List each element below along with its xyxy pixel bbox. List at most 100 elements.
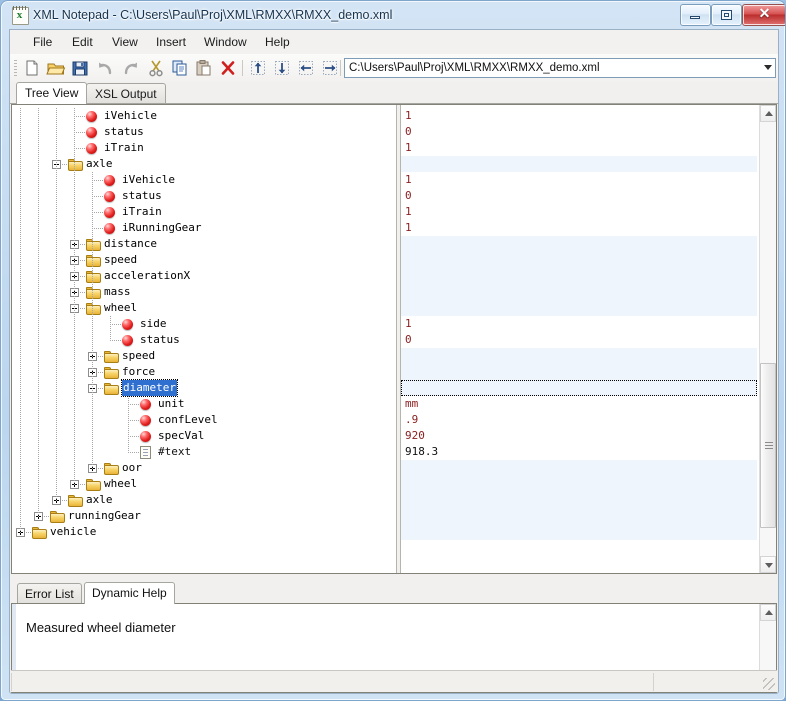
tree-node-label[interactable]: oor (122, 460, 142, 476)
menu-help[interactable]: Help (256, 30, 299, 54)
tab-error-list[interactable]: Error List (17, 583, 82, 604)
scroll-down-button[interactable] (760, 556, 776, 573)
value-row[interactable] (401, 268, 757, 284)
node-value-pane[interactable]: 1 0 1 1 0 1 1 1 0 mm .9 920 918.3 (401, 105, 757, 573)
toolbar-grip[interactable] (14, 60, 17, 76)
tree-node-label[interactable]: unit (158, 396, 185, 412)
tree-row[interactable]: force (12, 364, 396, 380)
tree-node-label[interactable]: status (140, 332, 180, 348)
value-row[interactable]: 1 (401, 172, 757, 188)
maximize-restore-button[interactable] (711, 4, 742, 26)
tree-node-label[interactable]: vehicle (50, 524, 96, 540)
promote-left-icon[interactable] (296, 58, 316, 78)
tree-row[interactable]: vehicle (12, 524, 396, 540)
tree-row[interactable]: status (12, 332, 396, 348)
tree-node-label[interactable]: wheel (104, 476, 137, 492)
value-row[interactable] (401, 300, 757, 316)
move-up-icon[interactable] (248, 58, 268, 78)
cut-icon[interactable] (146, 58, 166, 78)
tree-node-label[interactable]: confLevel (158, 412, 218, 428)
value-row[interactable] (401, 364, 757, 380)
value-row[interactable]: 0 (401, 124, 757, 140)
value-row[interactable] (401, 156, 757, 172)
value-row[interactable] (401, 380, 757, 396)
value-row[interactable] (401, 492, 757, 508)
value-row[interactable] (401, 252, 757, 268)
tree-node-label[interactable]: specVal (158, 428, 204, 444)
tree-row[interactable]: unit (12, 396, 396, 412)
tree-row[interactable]: axle (12, 492, 396, 508)
value-row[interactable] (401, 476, 757, 492)
tree-node-label[interactable]: speed (104, 252, 137, 268)
tree-row[interactable]: speed (12, 348, 396, 364)
menu-view[interactable]: View (103, 30, 147, 54)
open-file-icon[interactable] (46, 58, 66, 78)
menu-window[interactable]: Window (195, 30, 256, 54)
value-row[interactable]: 1 (401, 108, 757, 124)
value-row[interactable] (401, 348, 757, 364)
value-row[interactable]: 920 (401, 428, 757, 444)
tree-node-label[interactable]: iVehicle (104, 108, 157, 124)
tree-node-label[interactable]: iRunningGear (122, 220, 201, 236)
value-row[interactable]: 1 (401, 140, 757, 156)
menu-edit[interactable]: Edit (63, 30, 102, 54)
scroll-up-button[interactable] (760, 105, 776, 122)
tab-tree-view[interactable]: Tree View (16, 82, 88, 104)
demote-right-icon[interactable] (320, 58, 340, 78)
tree-node-label[interactable]: iVehicle (122, 172, 175, 188)
resize-grip-icon[interactable] (763, 678, 775, 690)
value-row[interactable]: 1 (401, 316, 757, 332)
address-combobox[interactable]: C:\Users\Paul\Proj\XML\RMXX\RMXX_demo.xm… (344, 58, 776, 78)
tree-node-label[interactable]: wheel (104, 300, 137, 316)
tree-row[interactable]: iRunningGear (12, 220, 396, 236)
value-row[interactable] (401, 460, 757, 476)
tree-row[interactable]: iVehicle (12, 108, 396, 124)
tree-node-label[interactable]: iTrain (104, 140, 144, 156)
value-row[interactable]: 1 (401, 204, 757, 220)
value-row[interactable]: 1 (401, 220, 757, 236)
xml-tree-pane[interactable]: iVehicle status iTrain axle iVehicle status iT… (12, 105, 396, 573)
redo-icon[interactable] (120, 58, 140, 78)
tree-node-label[interactable]: speed (122, 348, 155, 364)
value-row[interactable] (401, 236, 757, 252)
new-file-icon[interactable] (22, 58, 42, 78)
tree-row[interactable]: distance (12, 236, 396, 252)
chevron-down-icon[interactable] (764, 65, 772, 70)
tree-row[interactable]: specVal (12, 428, 396, 444)
tree-node-label[interactable]: accelerationX (104, 268, 190, 284)
tree-row[interactable]: axle (12, 156, 396, 172)
tree-row[interactable]: iTrain (12, 140, 396, 156)
tab-xsl-output[interactable]: XSL Output (86, 83, 166, 104)
undo-icon[interactable] (96, 58, 116, 78)
value-row[interactable] (401, 508, 757, 524)
tree-row[interactable]: status (12, 124, 396, 140)
value-row[interactable]: 0 (401, 332, 757, 348)
tree-node-label[interactable]: #text (158, 444, 191, 460)
tree-row[interactable]: #text (12, 444, 396, 460)
value-row[interactable] (401, 524, 757, 540)
value-row[interactable]: mm (401, 396, 757, 412)
tree-node-label[interactable]: diameter (121, 379, 178, 397)
delete-icon[interactable] (218, 58, 238, 78)
move-down-icon[interactable] (272, 58, 292, 78)
help-scroll-up-button[interactable] (760, 604, 776, 621)
tree-node-label[interactable]: distance (104, 236, 157, 252)
tree-row[interactable]: iTrain (12, 204, 396, 220)
tree-row[interactable]: diameter (12, 379, 396, 397)
tree-row[interactable]: accelerationX (12, 268, 396, 284)
value-row[interactable]: .9 (401, 412, 757, 428)
tree-row[interactable]: side (12, 316, 396, 332)
tree-node-label[interactable]: runningGear (68, 508, 141, 524)
tab-dynamic-help[interactable]: Dynamic Help (84, 582, 175, 604)
tree-node-label[interactable]: status (104, 124, 144, 140)
tree-row[interactable]: wheel (12, 476, 396, 492)
paste-icon[interactable] (194, 58, 214, 78)
tree-row[interactable]: confLevel (12, 412, 396, 428)
tree-node-label[interactable]: axle (86, 156, 113, 172)
tree-node-label[interactable]: mass (104, 284, 131, 300)
save-file-icon[interactable] (70, 58, 90, 78)
value-row[interactable] (401, 284, 757, 300)
tree-row[interactable]: speed (12, 252, 396, 268)
value-row[interactable]: 918.3 (401, 444, 757, 460)
tree-row[interactable]: runningGear (12, 508, 396, 524)
